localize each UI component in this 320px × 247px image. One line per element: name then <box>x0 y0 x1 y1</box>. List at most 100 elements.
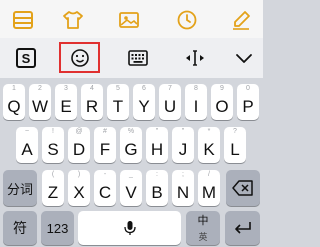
image-icon[interactable] <box>118 9 140 31</box>
key-u[interactable]: 7U <box>159 84 181 120</box>
key-f[interactable]: # F <box>94 127 116 163</box>
keyboard: 1Q 2W 3E 4R 5T 6Y 7U 8I 9O 0P ~ A ! S @ D #… <box>0 78 263 247</box>
key-v[interactable]: _ V <box>120 170 142 206</box>
pen-icon[interactable] <box>230 9 252 31</box>
key-label: K <box>203 140 215 159</box>
key-hint: ; <box>182 171 184 178</box>
key-hint: - <box>103 171 107 178</box>
key-hint: @ <box>75 128 83 135</box>
key-label: N <box>176 183 190 202</box>
key-x[interactable]: ) X <box>68 170 90 206</box>
key-b[interactable]: :B <box>146 170 168 206</box>
key-label: S <box>47 140 59 159</box>
key-hint: 1 <box>12 85 16 92</box>
key-hint: 4 <box>90 85 94 92</box>
language-switch-key[interactable]: 中 英 <box>186 211 220 245</box>
key-t[interactable]: 5T <box>107 84 129 120</box>
key-hint: % <box>127 128 135 135</box>
key-d[interactable]: @ D <box>68 127 90 163</box>
key-hint: 3 <box>64 85 68 92</box>
number-key[interactable]: 123 <box>41 211 74 245</box>
key-label: P <box>242 97 254 116</box>
key-label: F <box>99 140 111 159</box>
symbol-key[interactable]: 符 <box>3 211 37 245</box>
fenci-label: 分词 <box>6 181 33 197</box>
space-key[interactable] <box>78 211 181 245</box>
keyboard-icon[interactable] <box>126 46 150 70</box>
key-a[interactable]: ~ A <box>16 127 38 163</box>
key-hint: ) <box>77 171 81 178</box>
emoji-highlight-box <box>59 42 100 73</box>
lang-en-label: 英 <box>198 232 208 242</box>
key-label: Q <box>7 97 21 116</box>
key-hint: 2 <box>38 85 42 92</box>
candidate-bar: S <box>0 38 263 78</box>
key-c[interactable]: -C <box>94 170 116 206</box>
key-l[interactable]: ? L <box>224 127 246 163</box>
key-label: Z <box>47 183 59 202</box>
key-q[interactable]: 1Q <box>3 84 25 120</box>
key-label: J <box>178 140 188 159</box>
key-p[interactable]: 0P <box>237 84 259 120</box>
key-label: T <box>112 97 124 116</box>
backspace-icon <box>226 170 260 206</box>
fenci-key[interactable]: 分词 <box>3 170 37 206</box>
key-hint: 6 <box>142 85 146 92</box>
key-hint: : <box>156 171 158 178</box>
key-o[interactable]: 9O <box>211 84 233 120</box>
sogou-logo-icon[interactable]: S <box>14 46 38 70</box>
key-hint: 5 <box>116 85 120 92</box>
key-label: C <box>98 183 112 202</box>
key-label: O <box>215 97 229 116</box>
key-k[interactable]: * K <box>198 127 220 163</box>
cursor-move-icon[interactable] <box>183 46 207 70</box>
key-label: W <box>31 97 49 116</box>
key-hint: ~ <box>24 128 30 135</box>
keyboard-toolbar <box>0 0 263 38</box>
key-label: R <box>85 97 99 116</box>
key-hint: 0 <box>246 85 250 92</box>
key-label: H <box>150 140 164 159</box>
tshirt-icon[interactable] <box>62 9 84 31</box>
key-hint: 7 <box>168 85 172 92</box>
key-hint: 8 <box>194 85 198 92</box>
sogou-logo-letter: S <box>22 51 31 66</box>
key-hint: " <box>155 128 159 135</box>
enter-key[interactable] <box>225 211 260 245</box>
key-label: E <box>60 97 72 116</box>
key-hint: ? <box>233 128 237 135</box>
key-w[interactable]: 2W <box>29 84 51 120</box>
return-icon <box>225 211 260 245</box>
key-hint: 9 <box>220 85 224 92</box>
key-label: G <box>124 140 138 159</box>
key-i[interactable]: 8I <box>185 84 207 120</box>
key-h[interactable]: " H <box>146 127 168 163</box>
delete-key[interactable] <box>226 170 260 206</box>
number-label: 123 <box>46 220 69 236</box>
key-e[interactable]: 3E <box>55 84 77 120</box>
key-hint: / <box>208 171 210 178</box>
key-label: X <box>73 183 85 202</box>
key-z[interactable]: (Z <box>42 170 64 206</box>
menu-icon[interactable] <box>12 9 34 31</box>
key-hint: " <box>181 128 185 135</box>
key-hint: _ <box>129 171 133 178</box>
key-s[interactable]: ! S <box>42 127 64 163</box>
key-n[interactable]: ; N <box>172 170 194 206</box>
chevron-down-icon[interactable] <box>232 46 256 70</box>
key-hint: ! <box>52 128 54 135</box>
key-label: Y <box>138 97 150 116</box>
key-r[interactable]: 4R <box>81 84 103 120</box>
key-j[interactable]: " J <box>172 127 194 163</box>
key-label: A <box>21 140 33 159</box>
key-label: M <box>201 183 217 202</box>
key-y[interactable]: 6Y <box>133 84 155 120</box>
key-hint: # <box>103 128 107 135</box>
key-m[interactable]: / M <box>198 170 220 206</box>
key-hint: ( <box>51 171 55 178</box>
key-hint: * <box>207 128 211 135</box>
key-label: U <box>163 97 177 116</box>
symbol-label: 符 <box>13 220 27 236</box>
key-g[interactable]: % G <box>120 127 142 163</box>
clock-icon[interactable] <box>176 9 198 31</box>
